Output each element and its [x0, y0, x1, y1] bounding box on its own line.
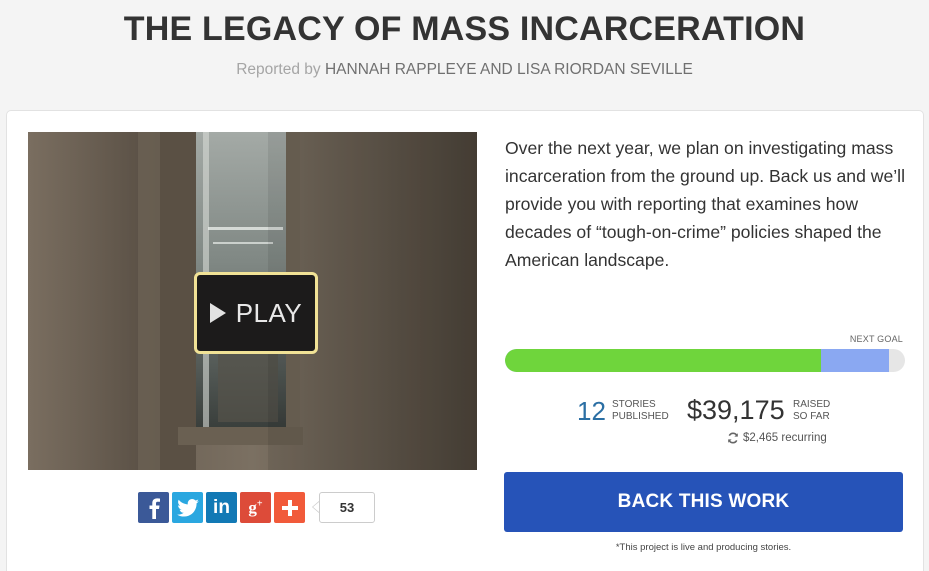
project-status-note: *This project is live and producing stor…	[615, 542, 792, 553]
funded-progress-fill	[505, 349, 821, 372]
addthis-share-button[interactable]	[274, 492, 305, 523]
share-count: 53	[312, 492, 375, 523]
byline: Reported by HANNAH RAPPLEYE AND LISA RIO…	[0, 61, 929, 79]
share-bar: in g+ 53	[138, 491, 375, 524]
twitter-icon	[176, 498, 199, 517]
count-arrow	[312, 501, 319, 513]
video-player[interactable]: PLAY	[28, 132, 477, 470]
share-count-value: 53	[319, 492, 375, 523]
stories-label: STORIES PUBLISHED	[612, 399, 669, 423]
stories-count: 12	[577, 396, 606, 426]
back-this-work-button[interactable]: BACK THIS WORK	[504, 472, 903, 532]
recurring-text: $2,465 recurring	[743, 432, 827, 444]
funding-progress-bar	[505, 349, 905, 372]
twitter-share-button[interactable]	[172, 492, 203, 523]
recurring-amount: $2,465 recurring	[727, 432, 827, 444]
project-description: Over the next year, we plan on investiga…	[505, 138, 905, 270]
stories-label-line2: PUBLISHED	[612, 411, 669, 422]
linkedin-share-button[interactable]: in	[206, 492, 237, 523]
play-button[interactable]: PLAY	[194, 272, 318, 354]
stories-label-line1: STORIES	[612, 399, 656, 410]
raised-label-line2: SO FAR	[793, 411, 830, 422]
play-icon	[209, 303, 226, 323]
next-goal-label: NEXT GOAL	[849, 334, 903, 344]
project-card: PLAY in g+ 53 Over the next year, we pla…	[6, 110, 924, 571]
page-title: THE LEGACY OF MASS INCARCERATION	[123, 10, 806, 48]
play-label: PLAY	[235, 297, 303, 328]
raised-label: RAISED SO FAR	[793, 399, 830, 423]
byline-prefix: Reported by	[236, 61, 321, 78]
google-plus-share-button[interactable]: g+	[240, 492, 271, 523]
page-header: THE LEGACY OF MASS INCARCERATION Reporte…	[0, 0, 929, 100]
raised-label-line1: RAISED	[793, 399, 831, 410]
funding-stats: 12 STORIES PUBLISHED $39,175 RAISED SO F…	[577, 395, 897, 435]
raised-amount: $39,175	[687, 395, 785, 425]
facebook-share-button[interactable]	[138, 492, 169, 523]
byline-authors: HANNAH RAPPLEYE AND LISA RIORDAN SEVILLE	[324, 61, 693, 78]
google-plus-icon: g+	[248, 497, 263, 517]
plus-icon	[281, 499, 298, 516]
linkedin-icon: in	[213, 496, 230, 518]
refresh-icon	[728, 432, 738, 444]
facebook-icon	[149, 497, 160, 519]
